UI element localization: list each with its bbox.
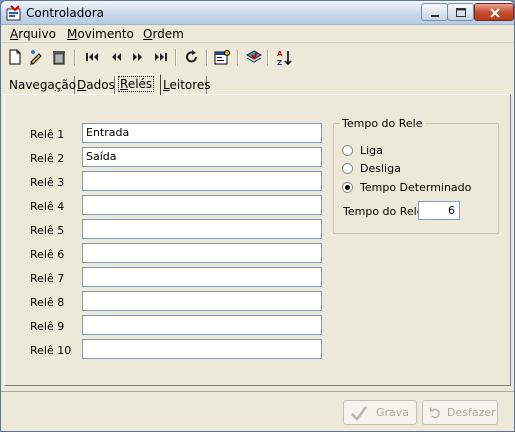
relay-field[interactable] — [82, 219, 322, 239]
relay-field[interactable] — [82, 291, 322, 311]
checkmark-icon — [351, 406, 367, 421]
relay-label: Relê 2 — [30, 152, 65, 165]
relay-field[interactable]: Saída — [82, 147, 322, 167]
minimize-icon — [431, 15, 439, 17]
menu-movimento[interactable]: Movimento — [67, 27, 134, 41]
menu-ordem[interactable]: Ordem — [143, 27, 184, 41]
toolbar-separator — [175, 49, 177, 66]
menu-bar: Arquivo Movimento Ordem — [1, 25, 514, 43]
delete-trash-icon[interactable] — [50, 48, 68, 66]
relay-label: Relê 7 — [30, 272, 65, 285]
relay-label: Relê 8 — [30, 296, 65, 309]
tab-leitores[interactable]: Leitores — [161, 76, 211, 94]
previous-record-icon[interactable] — [107, 48, 125, 66]
tempo-do-rele-label: Tempo do Rele — [343, 205, 424, 218]
menu-arquivo[interactable]: Arquivo — [10, 27, 56, 41]
maximize-icon — [456, 8, 466, 17]
relay-label: Relê 3 — [30, 176, 65, 189]
last-record-icon[interactable] — [152, 48, 170, 66]
next-record-icon[interactable] — [129, 48, 147, 66]
undo-icon — [430, 407, 440, 419]
radio-selected-dot — [345, 185, 350, 190]
svg-text:A: A — [277, 50, 283, 58]
relay-field[interactable] — [82, 267, 322, 287]
window-title: Controladora — [26, 6, 104, 20]
grava-label: Grava — [376, 406, 410, 419]
relay-field[interactable] — [82, 243, 322, 263]
relay-label: Relê 10 — [30, 344, 72, 357]
group-title: Tempo do Rele — [340, 117, 425, 130]
radio-circle[interactable] — [342, 145, 353, 156]
relay-field[interactable] — [82, 195, 322, 215]
toolbar-separator — [74, 49, 76, 66]
relay-label: Relê 6 — [30, 248, 65, 261]
reles-tab-panel: Relê 1 Entrada Relê 2 Saída Relê 3 Relê … — [4, 94, 511, 386]
relay-label: Relê 4 — [30, 200, 65, 213]
desfazer-label: Desfazer — [447, 406, 496, 419]
tempo-do-rele-group: Tempo do Rele Liga Desliga Tempo Determi… — [333, 117, 499, 234]
properties-icon[interactable] — [213, 48, 231, 66]
desfazer-button[interactable]: Desfazer — [422, 400, 498, 425]
relay-field[interactable] — [82, 339, 322, 359]
first-record-icon[interactable] — [83, 48, 101, 66]
grava-button[interactable]: Grava — [343, 400, 417, 425]
radio-label: Liga — [360, 144, 383, 157]
edit-pencil-icon[interactable] — [27, 48, 45, 66]
radio-circle[interactable] — [342, 182, 353, 193]
tab-dados[interactable]: Dados — [75, 76, 115, 94]
tab-strip: Navegação Dados Relés Leitores — [1, 73, 514, 95]
title-bar[interactable]: Controladora — [1, 1, 514, 25]
radio-label: Tempo Determinado — [360, 181, 472, 194]
radio-label: Desliga — [360, 162, 401, 175]
relay-field[interactable] — [82, 315, 322, 335]
tab-navegacao[interactable]: Navegação — [7, 76, 76, 94]
toolbar-separator — [206, 49, 208, 66]
refresh-icon[interactable] — [183, 48, 201, 66]
maximize-button[interactable] — [447, 3, 474, 21]
relay-field[interactable] — [82, 171, 322, 191]
relay-field[interactable]: Entrada — [82, 123, 322, 143]
toolbar-separator — [267, 49, 269, 66]
relay-label: Relê 9 — [30, 320, 65, 333]
new-document-icon[interactable] — [6, 48, 24, 66]
svg-text:Z: Z — [277, 59, 282, 67]
sort-az-icon[interactable]: AZ — [275, 48, 293, 67]
form-app-icon — [6, 5, 22, 21]
relay-label: Relê 1 — [30, 128, 65, 141]
toolbar: AZ — [1, 44, 514, 70]
app-window: Controladora Arquivo Movimento Ordem A Z… — [0, 0, 515, 432]
minimize-button[interactable] — [421, 3, 448, 21]
radio-circle[interactable] — [342, 163, 353, 174]
tab-reles[interactable]: Relés — [116, 74, 161, 95]
close-button[interactable] — [474, 3, 514, 21]
tempo-do-rele-input[interactable]: 6 — [418, 201, 460, 220]
dataset-icon[interactable] — [245, 48, 263, 66]
action-bar: Grava Desfazer — [1, 391, 514, 431]
toolbar-separator — [237, 49, 239, 66]
relay-label: Relê 5 — [30, 224, 65, 237]
close-icon — [490, 8, 500, 18]
